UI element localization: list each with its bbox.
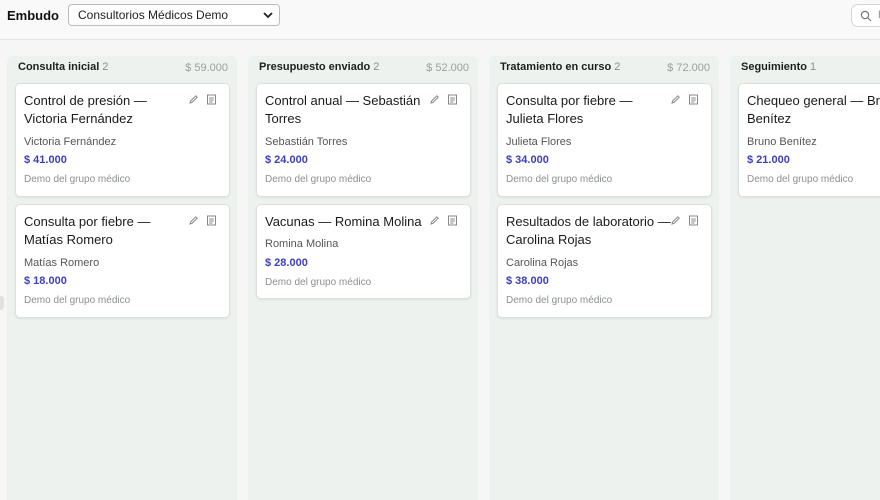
- deal-group: Demo del grupo médico: [265, 277, 372, 288]
- kanban-board: Consulta inicial 2 $ 59.000 Control de pr…: [0, 40, 880, 500]
- deal-title: Consulta por fiebre — Julieta Flores: [506, 93, 633, 126]
- page-title: Embudo: [7, 8, 59, 23]
- scroll-handle[interactable]: [0, 296, 4, 310]
- deal-group: Demo del grupo médico: [506, 295, 613, 306]
- deal-contact: Julieta Flores: [506, 136, 572, 148]
- column-count: 2: [102, 61, 109, 73]
- column-header: Seguimiento 1: [741, 61, 876, 77]
- deal-card[interactable]: Resultados de laboratorio — Carolina Roj…: [497, 204, 712, 318]
- chevron-down-icon: [263, 12, 273, 19]
- deal-amount: $ 28.000: [265, 257, 308, 269]
- deal-group: Demo del grupo médico: [265, 174, 372, 185]
- deal-amount: $ 24.000: [265, 154, 308, 166]
- pencil-icon[interactable]: [429, 215, 440, 226]
- pencil-icon[interactable]: [188, 94, 199, 105]
- deal-title: Control anual — Sebastián Torres: [265, 93, 421, 126]
- column-total: $ 52.000: [426, 62, 469, 74]
- pencil-icon[interactable]: [670, 94, 681, 105]
- deal-group: Demo del grupo médico: [747, 174, 854, 185]
- deal-card[interactable]: Consulta por fiebre — Matías Romero Matí…: [15, 204, 230, 318]
- deal-amount: $ 38.000: [506, 275, 549, 287]
- deal-title: Consulta por fiebre — Matías Romero: [24, 214, 151, 247]
- deal-contact: Sebastián Torres: [265, 136, 348, 148]
- deal-amount: $ 41.000: [24, 154, 67, 166]
- search-icon: [860, 10, 872, 22]
- deal-card[interactable]: Control anual — Sebastián Torres Sebasti…: [256, 83, 471, 197]
- deal-amount: $ 21.000: [747, 154, 790, 166]
- deal-contact: Carolina Rojas: [506, 257, 579, 269]
- deal-group: Demo del grupo médico: [506, 174, 613, 185]
- deal-card[interactable]: Consulta por fiebre — Julieta Flores Jul…: [497, 83, 712, 197]
- column-total: $ 59.000: [185, 62, 228, 74]
- org-select[interactable]: Consultorios Médicos Demo: [68, 4, 280, 26]
- deal-contact: Romina Molina: [265, 238, 339, 250]
- pencil-icon[interactable]: [188, 215, 199, 226]
- deal-group: Demo del grupo médico: [24, 174, 131, 185]
- column-seguimiento: Seguimiento1 Chequeo general — Bruno Ben…: [730, 56, 880, 500]
- document-icon[interactable]: [688, 215, 699, 226]
- document-icon[interactable]: [688, 94, 699, 105]
- org-select-value: Consultorios Médicos Demo: [78, 8, 229, 22]
- deal-amount: $ 34.000: [506, 154, 549, 166]
- column-count: 2: [614, 61, 621, 73]
- deal-contact: Victoria Fernández: [24, 136, 117, 148]
- deal-card[interactable]: Vacunas — Romina Molina Romina Molina $ …: [256, 204, 471, 299]
- pencil-icon[interactable]: [670, 215, 681, 226]
- column-name: Consulta inicial: [18, 61, 100, 73]
- pencil-icon[interactable]: [429, 94, 440, 105]
- search-input[interactable]: B: [851, 4, 880, 27]
- column-name: Tratamiento en curso: [500, 61, 612, 73]
- column-count: 1: [810, 61, 817, 73]
- deal-card[interactable]: Control de presión — Victoria Fernández …: [15, 83, 230, 197]
- column-consulta-inicial: Consulta inicial 2 $ 59.000 Control de pr…: [7, 56, 237, 500]
- deal-title: Vacunas — Romina Molina: [265, 214, 422, 229]
- document-icon[interactable]: [206, 94, 217, 105]
- column-name: Presupuesto enviado: [259, 61, 371, 73]
- deal-title: Resultados de laboratorio — Carolina Roj…: [506, 214, 671, 247]
- deal-contact: Matías Romero: [24, 257, 100, 269]
- column-tratamiento-en-curso: Tratamiento en curso 2 $ 72.000 Consulta …: [489, 56, 719, 500]
- deal-group: Demo del grupo médico: [24, 295, 131, 306]
- document-icon[interactable]: [206, 215, 217, 226]
- deal-card[interactable]: Chequeo general — Bruno Benítez Bruno Be…: [738, 83, 880, 197]
- deal-amount: $ 18.000: [24, 275, 67, 287]
- column-header: Tratamiento en curso 2 $ 72.000: [500, 61, 710, 77]
- top-bar: Embudo Consultorios Médicos Demo B: [0, 0, 880, 40]
- deal-title: Chequeo general — Bruno Benítez: [747, 93, 880, 126]
- document-icon[interactable]: [447, 94, 458, 105]
- document-icon[interactable]: [447, 215, 458, 226]
- column-presupuesto-enviado: Presupuesto enviado 2 $ 52.000 Control an…: [248, 56, 478, 500]
- column-total: $ 72.000: [667, 62, 710, 74]
- column-header: Consulta inicial 2 $ 59.000: [18, 61, 228, 77]
- column-header: Presupuesto enviado 2 $ 52.000: [259, 61, 469, 77]
- deal-title: Control de presión — Victoria Fernández: [24, 93, 147, 126]
- column-count: 2: [373, 61, 380, 73]
- column-name: Seguimiento: [741, 61, 808, 73]
- deal-contact: Bruno Benítez: [747, 136, 817, 148]
